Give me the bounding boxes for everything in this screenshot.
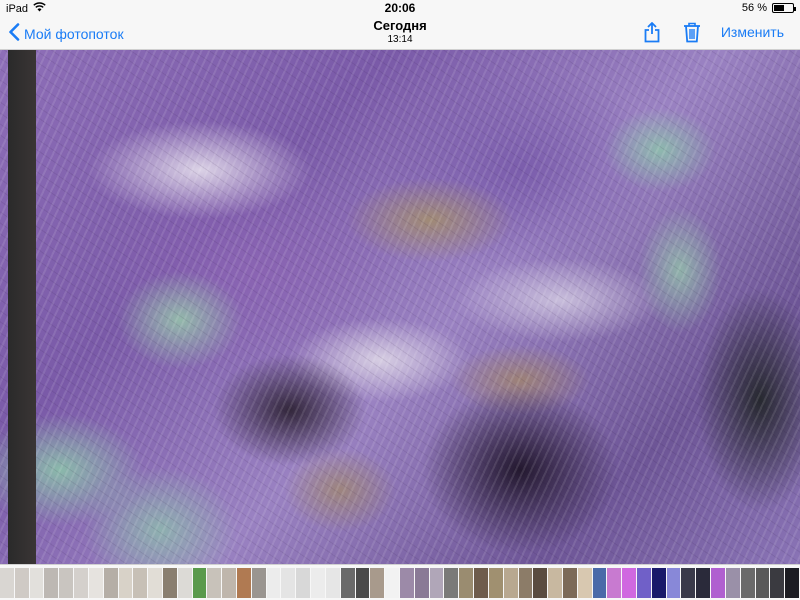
thumbnail[interactable]: [29, 568, 44, 598]
thumbnail[interactable]: [562, 568, 577, 598]
thumbnail[interactable]: [88, 568, 103, 598]
photo-image[interactable]: [0, 50, 800, 564]
thumbnail[interactable]: [192, 568, 207, 598]
thumbnail[interactable]: [785, 568, 799, 598]
thumbnail[interactable]: [622, 568, 637, 598]
thumbnail[interactable]: [207, 568, 222, 598]
thumbnail[interactable]: [355, 568, 370, 598]
battery-percent: 56 %: [741, 2, 767, 14]
thumbnail[interactable]: [325, 568, 340, 598]
thumbnail[interactable]: [444, 568, 459, 598]
edit-button[interactable]: Изменить: [721, 24, 784, 40]
thumbnail[interactable]: [548, 568, 562, 598]
thumbnail[interactable]: [74, 568, 88, 598]
thumbnail[interactable]: [400, 568, 414, 598]
thumbnail[interactable]: [725, 568, 740, 598]
thumbnail[interactable]: [0, 568, 14, 598]
thumbnail[interactable]: [59, 568, 74, 598]
thumbnail[interactable]: [311, 568, 325, 598]
thumbnail[interactable]: [148, 568, 162, 598]
thumbnail[interactable]: [755, 568, 770, 598]
status-right: 56 %: [741, 2, 796, 14]
thumbnail[interactable]: [222, 568, 237, 598]
thumbnail[interactable]: [711, 568, 725, 598]
thumbnail[interactable]: [340, 568, 355, 598]
nav-actions: Изменить: [641, 21, 784, 43]
thumbnail[interactable]: [740, 568, 755, 598]
thumbnail[interactable]: [518, 568, 533, 598]
thumbnail[interactable]: [237, 568, 251, 598]
thumbnail[interactable]: [459, 568, 474, 598]
thumbnail[interactable]: [637, 568, 651, 598]
thumbnail-strip[interactable]: [0, 564, 800, 600]
thumbnail[interactable]: [533, 568, 548, 598]
thumbnail[interactable]: [503, 568, 518, 598]
thumbnail[interactable]: [696, 568, 711, 598]
battery-level: [774, 5, 785, 11]
thumbnail[interactable]: [133, 568, 148, 598]
thumbnail[interactable]: [162, 568, 177, 598]
thumbnail[interactable]: [385, 568, 399, 598]
thumbnail[interactable]: [414, 568, 429, 598]
thumbnail[interactable]: [592, 568, 607, 598]
status-bar: iPad 20:06 56 %: [0, 0, 800, 16]
thumbnail[interactable]: [103, 568, 118, 598]
thumbnail[interactable]: [681, 568, 696, 598]
battery-icon: [772, 3, 796, 13]
thumbnail[interactable]: [44, 568, 59, 598]
thumbnail[interactable]: [177, 568, 192, 598]
share-icon[interactable]: [641, 21, 663, 43]
photo-viewer-screen: iPad 20:06 56 % Мой фотопоток Сегодня 13…: [0, 0, 800, 600]
navigation-bar: Мой фотопоток Сегодня 13:14 Изменить: [0, 16, 800, 50]
thumbnail[interactable]: [370, 568, 385, 598]
photo-dark-edge: [8, 50, 36, 564]
thumbnail[interactable]: [118, 568, 133, 598]
thumbnail[interactable]: [607, 568, 622, 598]
thumbnail[interactable]: [488, 568, 503, 598]
thumbnail[interactable]: [14, 568, 29, 598]
thumbnail[interactable]: [296, 568, 311, 598]
thumbnail[interactable]: [251, 568, 266, 598]
thumbnail[interactable]: [577, 568, 592, 598]
status-time: 20:06: [384, 1, 416, 15]
thumbnail[interactable]: [281, 568, 296, 598]
thumbnail[interactable]: [474, 568, 488, 598]
thumbnail[interactable]: [770, 568, 785, 598]
thumbnail[interactable]: [666, 568, 681, 598]
trash-icon[interactable]: [681, 21, 703, 43]
thumbnail[interactable]: [651, 568, 666, 598]
thumbnail[interactable]: [266, 568, 281, 598]
thumbnail[interactable]: [429, 568, 444, 598]
